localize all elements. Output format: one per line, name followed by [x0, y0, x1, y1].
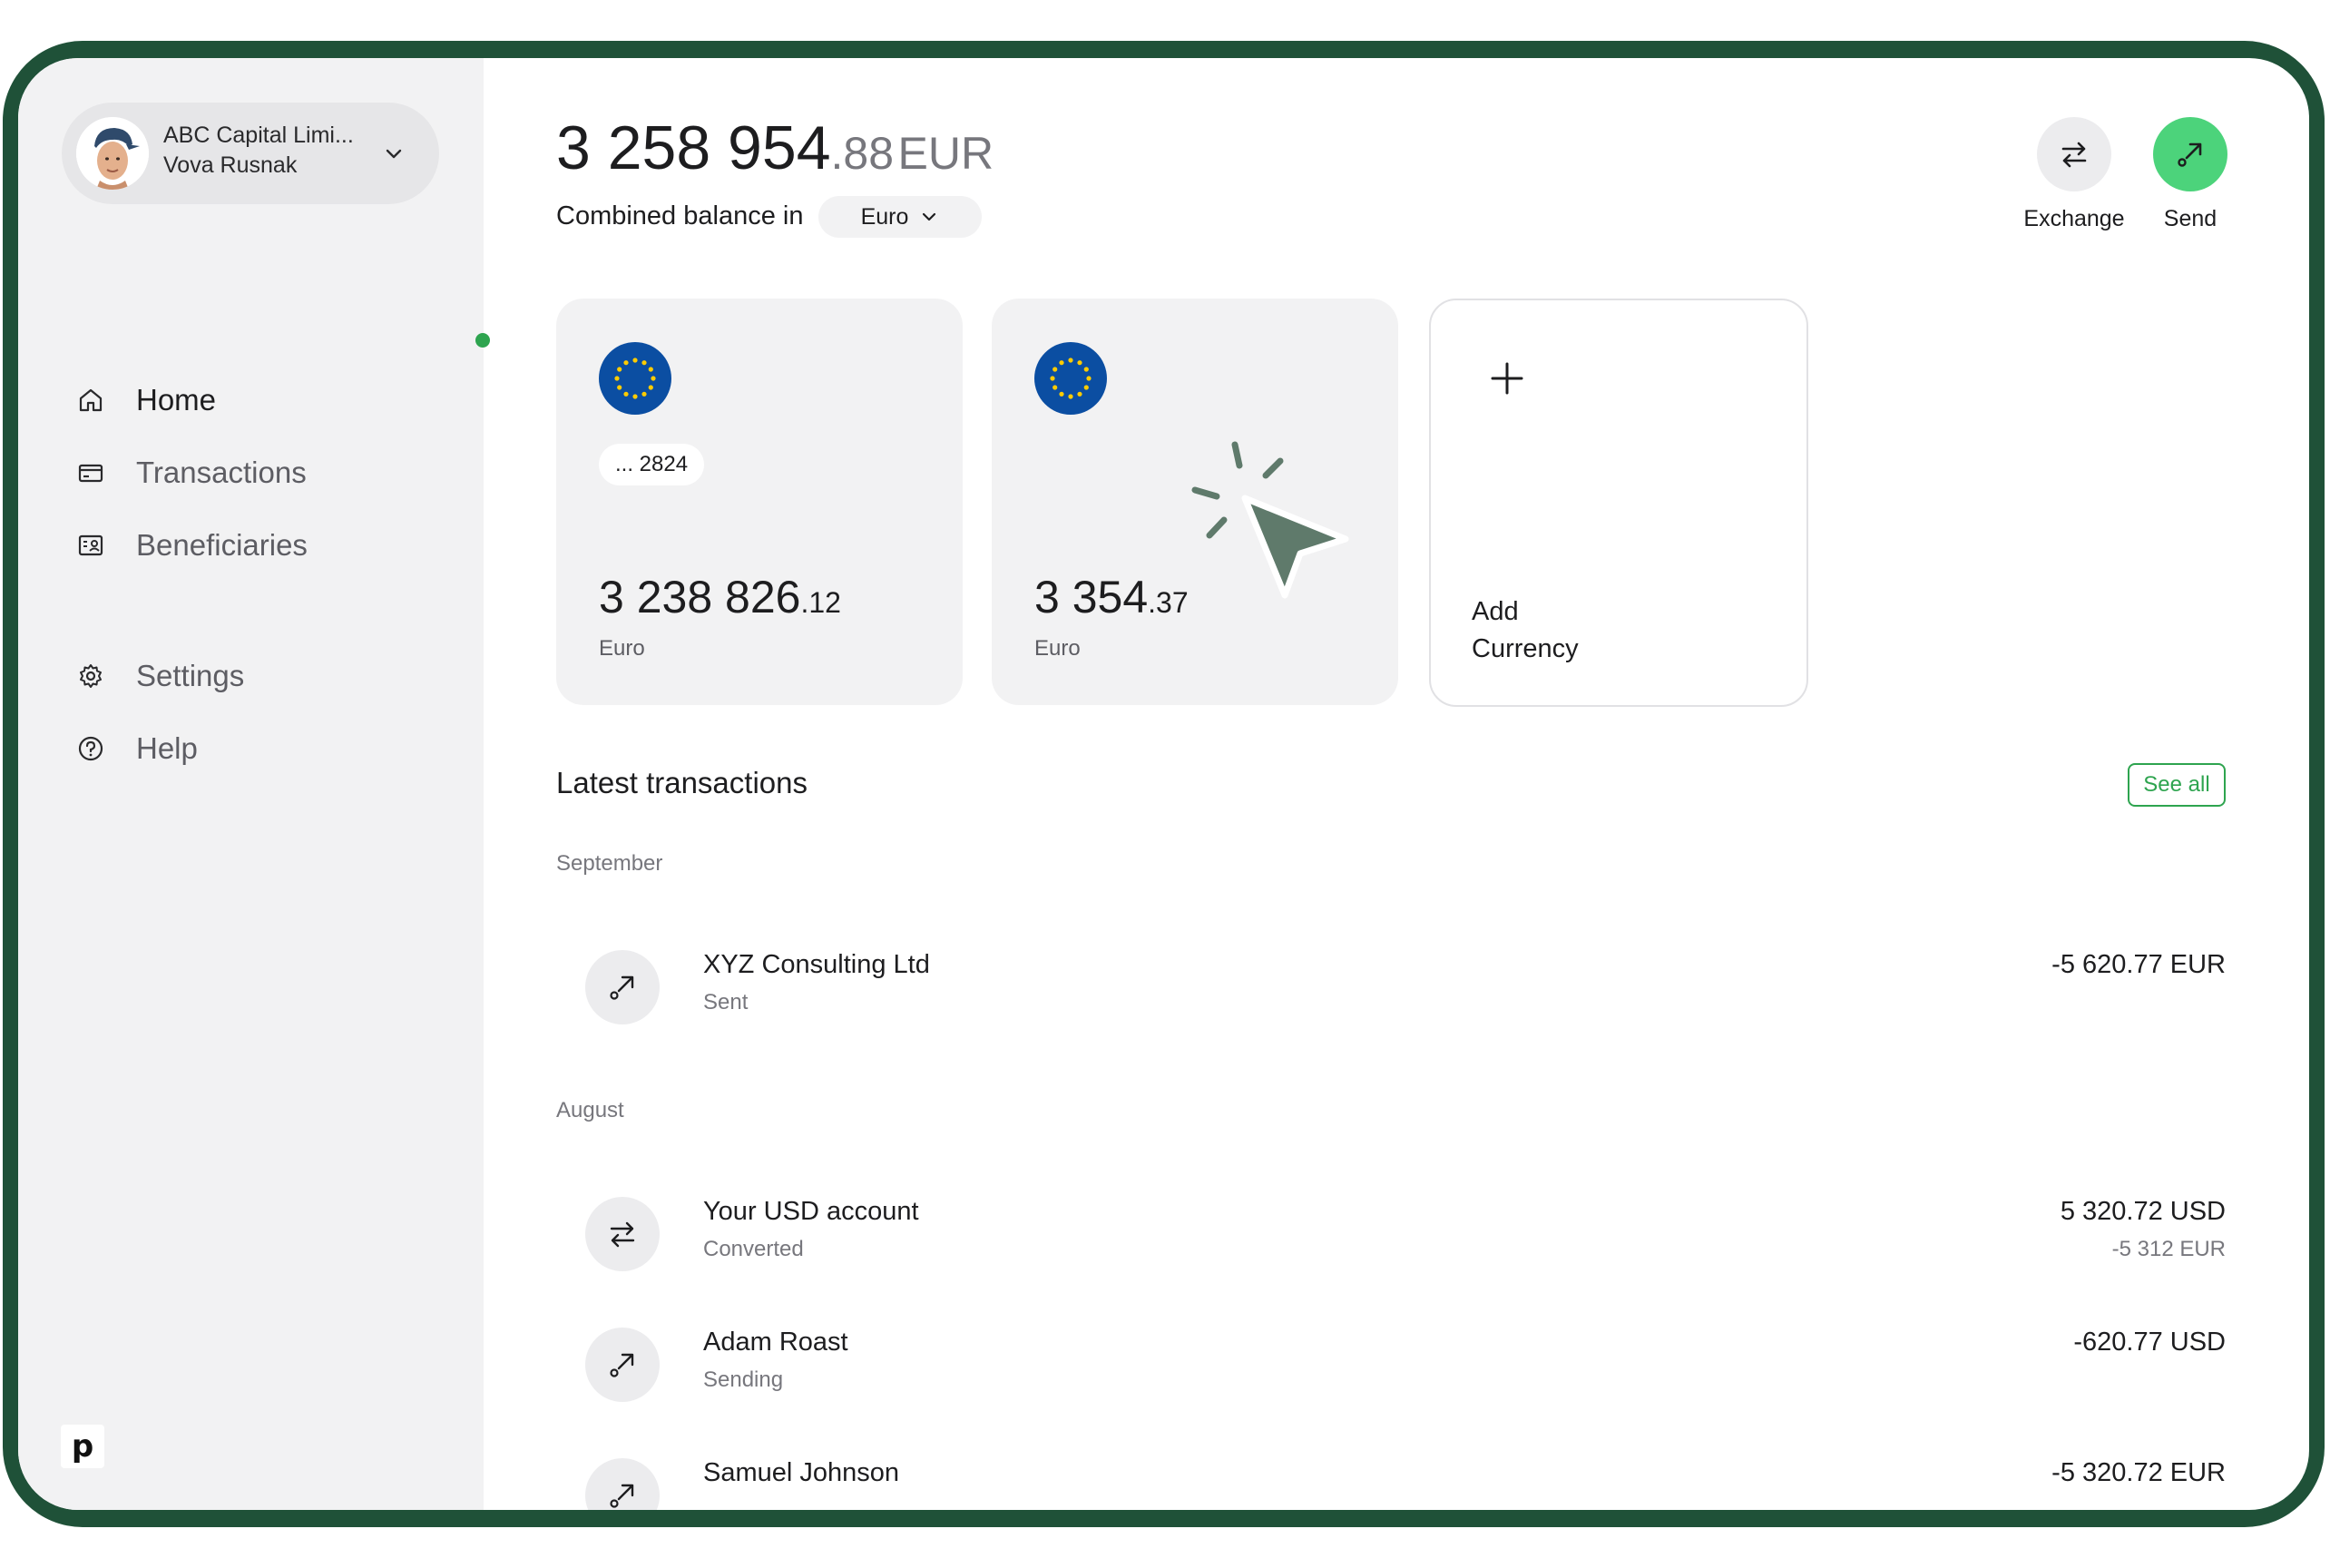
- eu-flag-icon: [599, 342, 671, 415]
- account-switcher[interactable]: ABC Capital Limi... Vova Rusnak: [62, 103, 439, 204]
- transaction-type-icon: [585, 1197, 660, 1271]
- transaction-amount: -5 320.72 EUR: [2051, 1458, 2226, 1487]
- balance-integer: 3 258 954: [556, 113, 831, 182]
- currency-card-euro-1[interactable]: ... 2824 3 238 826.12 Euro: [556, 299, 963, 705]
- eu-flag-icon: [1034, 342, 1107, 415]
- sidebar: ABC Capital Limi... Vova Rusnak Home Tra…: [18, 58, 484, 1510]
- transaction-name: Adam Roast: [703, 1328, 848, 1357]
- balance-currency: EUR: [897, 128, 994, 179]
- transaction-type-icon: [585, 1458, 660, 1510]
- transaction-status: Sending: [703, 1367, 784, 1392]
- transaction-row[interactable]: Samuel Johnson -5 320.72 EUR: [585, 1458, 2226, 1510]
- device-frame: ABC Capital Limi... Vova Rusnak Home Tra…: [3, 41, 2325, 1527]
- card-currency-name: Euro: [1034, 636, 1081, 661]
- avatar: [76, 117, 149, 190]
- total-balance: 3 258 954.88 EUR: [556, 113, 994, 183]
- send-arrow-icon: [610, 1353, 634, 1377]
- transaction-row[interactable]: XYZ Consulting Ltd Sent -5 620.77 EUR: [585, 950, 2226, 1032]
- transaction-row[interactable]: Adam Roast Sending -620.77 USD: [585, 1328, 2226, 1409]
- click-cursor-icon: [1191, 441, 1349, 599]
- home-icon: [76, 386, 105, 415]
- sidebar-item-label: Help: [136, 731, 198, 765]
- chevron-down-icon: [923, 212, 936, 221]
- card-icon: [76, 458, 105, 487]
- add-currency-label: Add Currency: [1472, 593, 1579, 668]
- sidebar-item-home[interactable]: Home: [76, 377, 216, 423]
- sidebar-item-label: Beneficiaries: [136, 528, 308, 562]
- combined-balance-label: Combined balance in: [556, 201, 804, 230]
- account-number-tag: ... 2824: [599, 444, 705, 485]
- add-currency-line2: Currency: [1472, 634, 1579, 663]
- send-button[interactable]: [2153, 117, 2227, 191]
- sidebar-item-label: Home: [136, 383, 217, 416]
- plus-icon: [1491, 362, 1523, 395]
- account-user-name: Vova Rusnak: [163, 152, 298, 178]
- transaction-row[interactable]: Your USD account Converted 5 320.72 USD …: [585, 1197, 2226, 1279]
- contacts-icon: [76, 531, 105, 560]
- transaction-amount: -620.77 USD: [2073, 1328, 2226, 1357]
- card-balance-integer: 3 238 826: [599, 572, 801, 622]
- exchange-icon: [2061, 142, 2087, 168]
- account-company-name: ABC Capital Limi...: [163, 122, 354, 148]
- exchange-icon: [610, 1221, 635, 1248]
- sidebar-item-beneficiaries[interactable]: Beneficiaries: [76, 523, 308, 568]
- add-currency-line1: Add: [1472, 597, 1519, 626]
- card-balance: 3 238 826.12: [599, 571, 841, 623]
- month-header-august: August: [556, 1098, 624, 1122]
- add-currency-card[interactable]: Add Currency: [1429, 299, 1808, 707]
- help-icon: [76, 734, 105, 763]
- latest-transactions-title: Latest transactions: [556, 766, 808, 799]
- currency-select[interactable]: Euro: [818, 196, 982, 238]
- app-screen: ABC Capital Limi... Vova Rusnak Home Tra…: [18, 58, 2309, 1510]
- sidebar-item-settings[interactable]: Settings: [76, 653, 244, 699]
- transaction-name: XYZ Consulting Ltd: [703, 950, 930, 979]
- send-arrow-icon: [610, 975, 634, 1000]
- card-balance: 3 354.37: [1034, 571, 1189, 623]
- chevron-down-icon: [386, 149, 402, 159]
- card-currency-name: Euro: [599, 636, 645, 661]
- transaction-amount: 5 320.72 USD: [2060, 1197, 2226, 1226]
- transaction-name: Your USD account: [703, 1197, 919, 1226]
- send-arrow-icon: [2178, 142, 2202, 167]
- sidebar-item-help[interactable]: Help: [76, 726, 198, 771]
- active-indicator-dot: [475, 333, 490, 348]
- card-balance-fraction: .12: [800, 586, 841, 619]
- transaction-name: Samuel Johnson: [703, 1458, 900, 1487]
- transaction-status: Sent: [703, 990, 749, 1014]
- send-arrow-icon: [610, 1484, 634, 1508]
- brand-logo: p: [61, 1425, 104, 1468]
- sidebar-item-label: Settings: [136, 659, 245, 692]
- gear-icon: [76, 662, 105, 691]
- exchange-button[interactable]: [2037, 117, 2111, 191]
- card-balance-integer: 3 354: [1034, 572, 1149, 622]
- sidebar-item-transactions[interactable]: Transactions: [76, 450, 307, 495]
- transaction-type-icon: [585, 1328, 660, 1402]
- transaction-converted-amount: -5 312 EUR: [2111, 1237, 2226, 1261]
- month-header-september: September: [556, 851, 663, 876]
- transaction-status: Converted: [703, 1237, 804, 1261]
- see-all-button[interactable]: See all: [2128, 763, 2226, 807]
- send-label: Send: [2163, 206, 2217, 231]
- sidebar-item-label: Transactions: [136, 456, 307, 489]
- currency-select-value: Euro: [860, 203, 909, 230]
- transaction-type-icon: [585, 950, 660, 1024]
- balance-fraction: .88: [830, 128, 895, 179]
- transaction-amount: -5 620.77 EUR: [2051, 950, 2226, 979]
